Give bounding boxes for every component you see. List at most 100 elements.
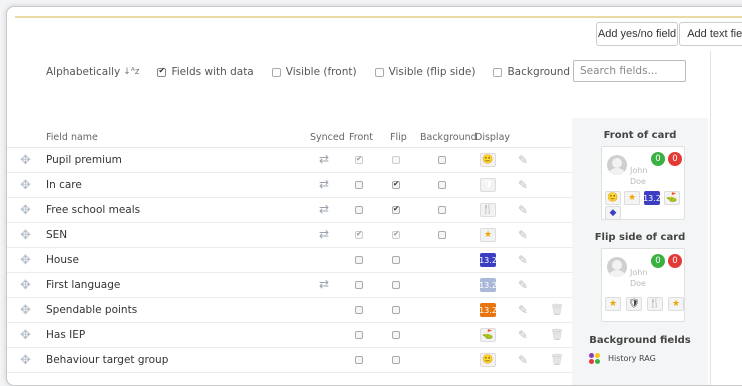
synced-icon: ⇄: [319, 152, 330, 166]
field-name: Behaviour target group: [46, 354, 169, 366]
number-display[interactable]: 13.2: [479, 253, 497, 267]
fields-with-data-checkbox[interactable]: [157, 66, 167, 77]
background-checkbox[interactable]: [438, 206, 446, 214]
background-fields-title: Background fields: [589, 335, 691, 346]
table-row: ✥ SEN ⇄ ★ ✎: [7, 223, 572, 248]
front-checkbox[interactable]: [355, 154, 363, 164]
filter-bar: Alphabetically ↓ᴬᴢ Fields with data Visi…: [46, 65, 620, 79]
trash-icon[interactable]: 🗑: [550, 328, 564, 341]
flip-checkbox[interactable]: [392, 179, 400, 189]
sort-az-icon: ↓ᴬᴢ: [123, 67, 140, 77]
synced-icon: ⇄: [319, 277, 330, 291]
flip-checkbox[interactable]: [392, 281, 400, 289]
search-input[interactable]: [573, 60, 686, 82]
col-field-name: Field name: [46, 132, 98, 143]
visible-front-checkbox[interactable]: [271, 67, 281, 77]
table-row: ✥ House 13.2 ✎: [7, 248, 572, 273]
fork-knife-icon[interactable]: 🍴: [480, 203, 496, 217]
drag-handle-icon[interactable]: ✥: [20, 178, 31, 193]
red-badge: 0: [668, 254, 682, 268]
front-checkbox[interactable]: [355, 181, 363, 189]
avatar: [607, 155, 627, 175]
drag-handle-icon[interactable]: ✥: [20, 228, 31, 243]
edit-pencil-icon[interactable]: ✎: [518, 303, 528, 317]
flip-checkbox[interactable]: [392, 156, 400, 164]
edit-pencil-icon[interactable]: ✎: [518, 228, 528, 242]
history-rag-label: History RAG: [608, 354, 656, 363]
card-last-name: Doe: [630, 177, 646, 186]
smiley-icon[interactable]: 🙂: [480, 153, 496, 167]
edit-pencil-icon[interactable]: ✎: [518, 278, 528, 292]
filter-fields-with-data[interactable]: Fields with data: [157, 66, 254, 78]
trash-icon[interactable]: 🗑: [550, 303, 564, 316]
edit-pencil-icon[interactable]: ✎: [518, 353, 528, 367]
sort-alphabetically[interactable]: Alphabetically ↓ᴬᴢ: [46, 66, 139, 78]
fields-with-data-label: Fields with data: [171, 66, 254, 78]
rag-icon: [589, 353, 601, 365]
flip-checkbox[interactable]: [392, 356, 400, 364]
field-name: First language: [46, 279, 121, 291]
drag-handle-icon[interactable]: ✥: [20, 253, 31, 268]
edit-pencil-icon[interactable]: ✎: [518, 203, 528, 217]
edit-pencil-icon[interactable]: ✎: [518, 328, 528, 342]
field-name: Pupil premium: [46, 154, 122, 166]
background-checkbox[interactable]: [438, 181, 446, 189]
front-checkbox[interactable]: [355, 256, 363, 264]
star-icon[interactable]: ★: [480, 228, 496, 242]
field-name: In care: [46, 179, 82, 191]
flip-checkbox[interactable]: [392, 306, 400, 314]
table-row: ✥ Free school meals ⇄ 🍴 ✎: [7, 198, 572, 223]
edit-pencil-icon[interactable]: ✎: [518, 253, 528, 267]
synced-icon: ⇄: [319, 177, 330, 191]
app-window: Add yes/no field Add text field Alphabet…: [6, 6, 742, 386]
drag-handle-icon[interactable]: ✥: [20, 353, 31, 368]
flip-checkbox[interactable]: [392, 204, 400, 214]
front-checkbox[interactable]: [355, 331, 363, 339]
table-header: Field name Synced Front Flip Background …: [7, 118, 572, 148]
background-checkbox[interactable]: [438, 156, 446, 164]
col-synced: Synced: [310, 132, 345, 143]
add-yes-no-field-button[interactable]: Add yes/no field: [596, 22, 678, 46]
col-flip: Flip: [390, 132, 407, 143]
visible-flip-checkbox[interactable]: [374, 67, 384, 77]
filter-visible-front[interactable]: Visible (front): [271, 66, 357, 78]
front-checkbox[interactable]: [355, 306, 363, 314]
map-marker-icon[interactable]: ⛳: [480, 328, 496, 342]
green-badge: 0: [651, 152, 665, 166]
filter-visible-flip[interactable]: Visible (flip side): [374, 66, 475, 78]
flip-checkbox[interactable]: [392, 229, 400, 239]
drag-handle-icon[interactable]: ✥: [20, 328, 31, 343]
green-badge: 0: [651, 254, 665, 268]
top-divider: [15, 16, 742, 18]
add-text-field-button[interactable]: Add text field: [679, 22, 742, 46]
tag-icon: ◆: [605, 206, 621, 220]
background-fields-checkbox[interactable]: [493, 67, 503, 77]
shield-icon[interactable]: 🛡: [480, 178, 496, 192]
card-first-name: John: [630, 268, 648, 277]
flip-checkbox[interactable]: [392, 331, 400, 339]
front-checkbox[interactable]: [355, 206, 363, 214]
flip-checkbox[interactable]: [392, 256, 400, 264]
number-display[interactable]: 13.2: [479, 303, 497, 317]
map-marker-icon: ⛳: [664, 191, 680, 205]
edit-pencil-icon[interactable]: ✎: [518, 153, 528, 167]
smiley-icon[interactable]: 🙂: [480, 353, 496, 367]
col-front: Front: [349, 132, 374, 143]
drag-handle-icon[interactable]: ✥: [20, 153, 31, 168]
edit-pencil-icon[interactable]: ✎: [518, 178, 528, 192]
number-display[interactable]: 13.2: [479, 278, 497, 292]
front-checkbox[interactable]: [355, 229, 363, 239]
front-checkbox[interactable]: [355, 356, 363, 364]
smiley-icon: 🙂: [605, 191, 621, 205]
drag-handle-icon[interactable]: ✥: [20, 303, 31, 318]
fork-knife-icon: 🍴: [647, 297, 663, 311]
red-badge: 0: [668, 152, 682, 166]
background-checkbox[interactable]: [438, 231, 446, 239]
front-checkbox[interactable]: [355, 281, 363, 289]
drag-handle-icon[interactable]: ✥: [20, 278, 31, 293]
card-first-name: John: [630, 166, 648, 175]
drag-handle-icon[interactable]: ✥: [20, 203, 31, 218]
fields-table: Field name Synced Front Flip Background …: [7, 118, 572, 373]
flip-side-title: Flip side of card: [594, 232, 686, 243]
trash-icon[interactable]: 🗑: [550, 353, 564, 366]
